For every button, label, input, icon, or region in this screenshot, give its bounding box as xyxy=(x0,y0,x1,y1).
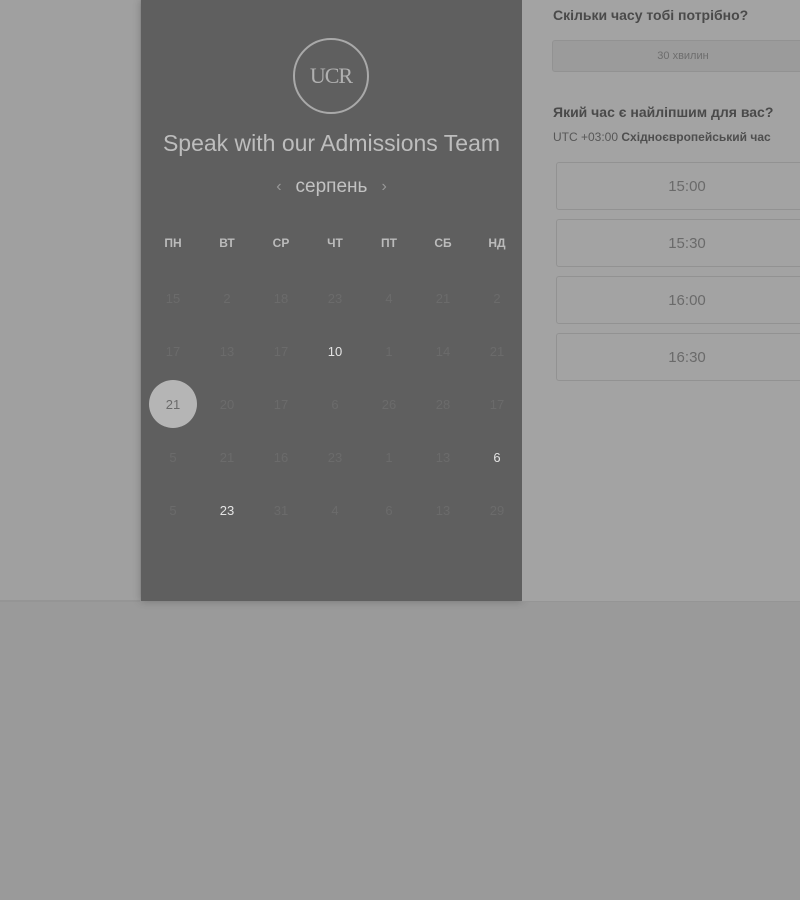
calendar-day: 21 xyxy=(219,449,235,465)
calendar-day: 6 xyxy=(331,396,339,412)
calendar-day: 23 xyxy=(327,290,343,306)
calendar-day: 17 xyxy=(273,343,289,359)
calendar-day: 2 xyxy=(493,290,501,306)
ucr-logo: UCR xyxy=(293,38,369,114)
calendar-day: 5 xyxy=(169,502,177,518)
calendar-day: 4 xyxy=(331,502,339,518)
chevron-right-icon[interactable]: › xyxy=(381,178,386,196)
timezone-label[interactable]: UTC +03:00 Східноєвропейський час xyxy=(553,130,771,144)
calendar-day: 1 xyxy=(385,343,393,359)
calendar-day: 2 xyxy=(223,290,231,306)
calendar-day: 21 xyxy=(435,290,451,306)
month-label: серпень xyxy=(295,176,368,197)
time-slot[interactable]: 15:00 xyxy=(556,162,800,210)
weekday-header: ВТ xyxy=(219,236,235,250)
calendar-day: 1 xyxy=(385,449,393,465)
calendar-day: 18 xyxy=(273,290,289,306)
calendar-day: 23 xyxy=(327,449,343,465)
duration-select[interactable]: 30 хвилин xyxy=(552,40,800,72)
calendar-day: 13 xyxy=(435,502,451,518)
calendar-day-selected[interactable]: 21 xyxy=(149,380,197,428)
calendar-day: 29 xyxy=(489,502,505,518)
calendar-day: 20 xyxy=(219,396,235,412)
calendar-day: 15 xyxy=(165,290,181,306)
calendar-day: 21 xyxy=(489,343,505,359)
calendar-day: 26 xyxy=(381,396,397,412)
time-slot[interactable]: 15:30 xyxy=(556,219,800,267)
calendar-day: 16 xyxy=(273,449,289,465)
weekday-header: СБ xyxy=(434,236,452,250)
timezone-offset: UTC +03:00 xyxy=(553,130,619,144)
calendar-day: 31 xyxy=(273,502,289,518)
calendar-day: 17 xyxy=(165,343,181,359)
duration-question: Скільки часу тобі потрібно? xyxy=(553,7,749,23)
calendar-day[interactable]: 23 xyxy=(203,486,251,534)
calendar-day: 17 xyxy=(273,396,289,412)
weekday-header: СР xyxy=(272,236,290,250)
calendar-day: 6 xyxy=(385,502,393,518)
calendar-day: 17 xyxy=(489,396,505,412)
calendar-day: 13 xyxy=(219,343,235,359)
calendar-day: 13 xyxy=(435,449,451,465)
calendar-day: 28 xyxy=(435,396,451,412)
chevron-left-icon[interactable]: ‹ xyxy=(276,178,281,196)
calendar-day: 5 xyxy=(169,449,177,465)
timezone-name: Східноєвропейський час xyxy=(621,130,771,144)
schedule-panel: Скільки часу тобі потрібно? 30 хвилин Як… xyxy=(522,0,800,602)
weekday-header: НД xyxy=(488,236,506,250)
booking-panel: UCR Speak with our Admissions Team ‹ сер… xyxy=(141,0,522,601)
month-navigation: ‹ серпень › xyxy=(141,176,522,198)
time-slot[interactable]: 16:30 xyxy=(556,333,800,381)
weekday-header: ПН xyxy=(164,236,182,250)
weekday-header: ЧТ xyxy=(327,236,343,250)
calendar-day: 14 xyxy=(435,343,451,359)
weekday-header: ПТ xyxy=(381,236,397,250)
page-background xyxy=(0,0,140,602)
panel-title: Speak with our Admissions Team xyxy=(162,130,501,156)
calendar-day: 4 xyxy=(385,290,393,306)
calendar-day[interactable]: 6 xyxy=(473,433,521,481)
time-slot[interactable]: 16:00 xyxy=(556,276,800,324)
time-question: Який час є найліпшим для вас? xyxy=(553,104,774,120)
calendar-day[interactable]: 10 xyxy=(311,327,359,375)
